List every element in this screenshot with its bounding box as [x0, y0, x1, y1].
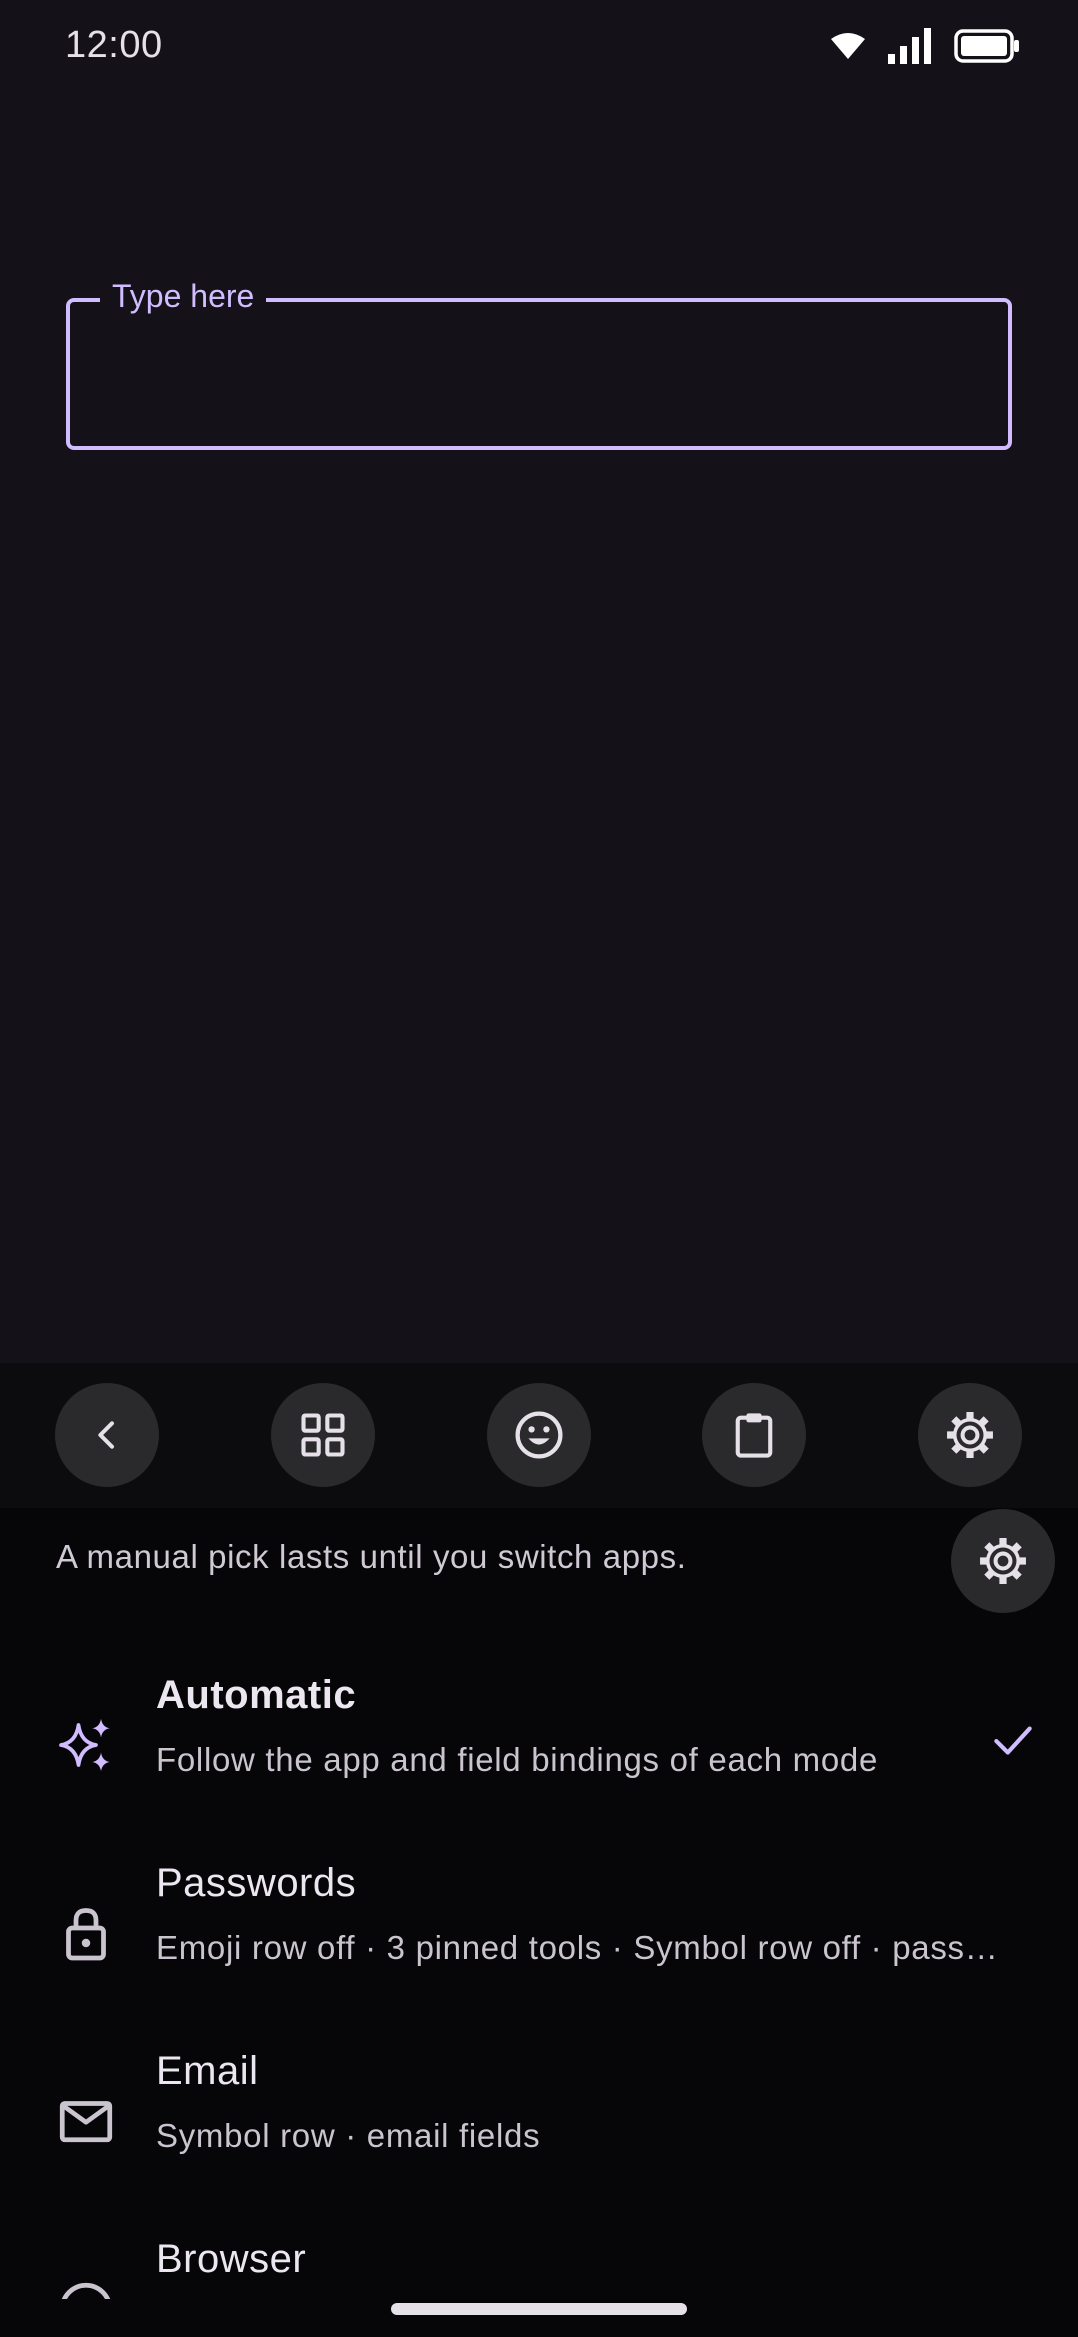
status-time: 12:00 [65, 24, 163, 66]
mode-title: Email [156, 2049, 259, 2093]
mail-icon [59, 2101, 113, 2143]
clipboard-button[interactable] [702, 1383, 806, 1487]
mode-subtitle: Symbol row · email fields [156, 2117, 541, 2154]
emoji-button[interactable] [487, 1383, 591, 1487]
mode-settings-button[interactable] [951, 1509, 1055, 1613]
text-field-label: Type here [100, 276, 267, 316]
battery-icon [954, 29, 1019, 63]
grid-button[interactable] [271, 1383, 375, 1487]
text-input[interactable] [90, 330, 994, 422]
grid-icon [301, 1413, 345, 1457]
mode-item-automatic[interactable]: Automatic Follow the app and field bindi… [0, 1653, 1078, 1841]
home-indicator[interactable] [391, 2303, 687, 2315]
globe-icon [61, 2282, 111, 2299]
mode-title: Browser [156, 2237, 307, 2281]
mode-subtitle: Emoji row off · 3 pinned tools · Symbol … [156, 1929, 1016, 1966]
mode-title: Automatic [156, 1673, 357, 1717]
manual-pick-hint: A manual pick lasts until you switch app… [56, 1538, 687, 1575]
mode-item-browser[interactable]: Browser [0, 2217, 1078, 2299]
status-icons [830, 28, 1020, 64]
keyboard-panel: A manual pick lasts until you switch app… [0, 1363, 1078, 2337]
lock-icon [66, 1908, 106, 1961]
sparkle-icon [59, 1718, 110, 1772]
back-button[interactable] [55, 1383, 159, 1487]
mode-item-email[interactable]: Email Symbol row · email fields [0, 2029, 1078, 2217]
settings-button[interactable] [918, 1383, 1022, 1487]
gear-icon [980, 1538, 1026, 1584]
check-icon [994, 1726, 1032, 1755]
mode-title: Passwords [156, 1861, 357, 1905]
clipboard-icon [735, 1413, 773, 1458]
gear-icon [947, 1412, 993, 1458]
mode-item-passwords[interactable]: Passwords Emoji row off · 3 pinned tools… [0, 1841, 1078, 2029]
emoji-icon [515, 1411, 563, 1459]
mode-subtitle: Follow the app and field bindings of eac… [156, 1741, 878, 1778]
keyboard-toolbar [0, 1363, 1078, 1508]
status-bar: 12:00 [0, 0, 1078, 100]
chevron-left-icon [98, 1421, 114, 1449]
wifi-icon [831, 33, 865, 59]
signal-icon [888, 28, 931, 64]
